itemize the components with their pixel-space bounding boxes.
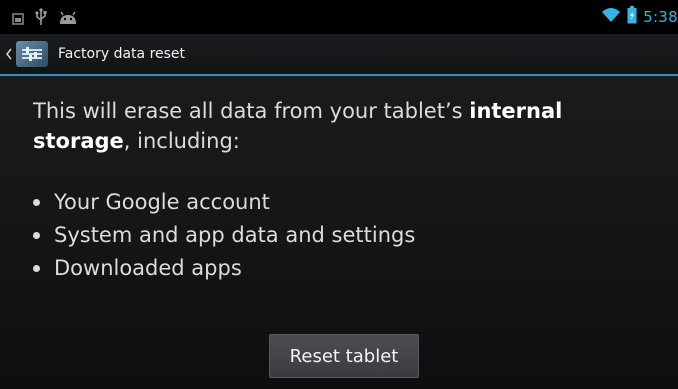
usb-icon [34,8,48,30]
notification-icons [12,8,78,30]
status-time: 5:38 [643,8,678,26]
battery-icon [627,6,637,28]
chevron-left-icon [5,45,12,64]
erased-items-list: Your Google account System and app data … [33,186,415,285]
bullet-icon [33,232,40,239]
list-item: Your Google account [33,186,415,219]
list-item-label: Downloaded apps [54,256,242,280]
wifi-icon [601,7,621,27]
list-item: Downloaded apps [33,252,415,285]
factory-reset-panel: This will erase all data from your table… [0,76,678,389]
description-text: This will erase all data from your table… [33,99,470,123]
action-bar: Factory data reset [0,34,678,74]
reset-tablet-button[interactable]: Reset tablet [269,334,419,378]
android-debug-icon [58,10,78,29]
list-item-label: System and app data and settings [54,223,416,247]
up-button[interactable] [0,34,54,74]
reset-description: This will erase all data from your table… [33,96,653,156]
bullet-icon [33,199,40,206]
page-title: Factory data reset [58,46,186,62]
gallery-notification-icon [12,10,24,29]
system-icons: 5:38 [601,6,678,28]
list-item-label: Your Google account [54,190,270,214]
list-item: System and app data and settings [33,219,415,252]
description-text-end: , including: [123,129,240,153]
settings-app-icon [16,41,48,67]
status-bar: 5:38 [0,0,678,34]
bullet-icon [33,265,40,272]
